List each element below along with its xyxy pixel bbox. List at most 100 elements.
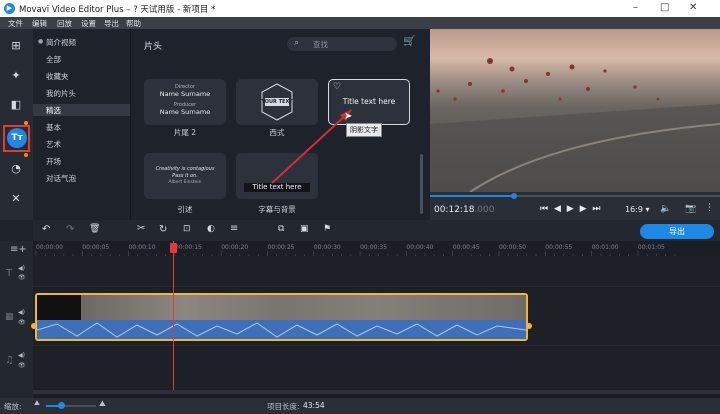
playhead-line [173, 241, 174, 392]
menu-settings[interactable]: 设置 [81, 18, 96, 29]
ruler-tick-label: 00:00:55 [545, 244, 572, 251]
timeline-scrollbar[interactable] [33, 390, 720, 394]
ruler-tick-label: 00:00:00 [36, 244, 63, 251]
visibility-icon[interactable]: 👁 [18, 319, 26, 326]
timeline-toolbar: ↶ ↷ 🗑 ✂ ↻ ⊡ ◐ ≡ ⧉ ▣ ⚑ 导出 [33, 220, 720, 241]
cart-icon[interactable]: 🛒 [403, 36, 415, 47]
zoom-label: 缩放: [4, 402, 22, 411]
go-to-end-icon[interactable]: ⏭ [592, 204, 600, 214]
ruler-tick-label: 00:00:05 [82, 244, 109, 251]
video-preview[interactable] [430, 29, 720, 192]
color-adjust-icon[interactable]: ◐ [207, 224, 215, 234]
minimize-button[interactable]: – [633, 2, 638, 13]
step-forward-icon[interactable]: ▶ [580, 204, 587, 214]
tool-sidebar: ⊞ ✦ ◧ Tт ◔ ✕ [0, 29, 33, 220]
category-item[interactable]: 基本 [46, 122, 61, 133]
category-item[interactable]: 艺术 [46, 139, 61, 150]
playhead-handle[interactable] [170, 243, 177, 253]
audio-track[interactable] [33, 347, 720, 389]
category-item[interactable]: 简介视频 [46, 37, 76, 48]
menu-file[interactable]: 文件 [8, 18, 23, 29]
menu-bar: 文件 编辑 回放 设置 导出 帮助 [0, 17, 720, 29]
go-to-start-icon[interactable]: ⏮ [540, 204, 548, 214]
title-bar: ▶ Movavi Video Editor Plus – ? 天试用版 - 新项… [0, 0, 720, 17]
menu-playback[interactable]: 回放 [57, 18, 72, 29]
import-icon[interactable]: ⊞ [6, 36, 26, 56]
marker-flag-icon[interactable]: ⚑ [323, 224, 331, 234]
category-item[interactable]: 对话气泡 [46, 173, 76, 184]
category-item[interactable]: 收藏夹 [46, 71, 69, 82]
status-bar: 缩放: ⛰ ⛰ 项目长度: 43:54 [0, 398, 720, 414]
delete-icon[interactable]: 🗑 [89, 224, 100, 234]
menu-edit[interactable]: 编辑 [32, 18, 47, 29]
gallery-scrollbar[interactable] [420, 154, 423, 214]
search-input[interactable]: ⌕ 查找 [287, 37, 397, 51]
cut-icon[interactable]: ✂ [137, 223, 145, 234]
more-options-icon[interactable]: ⋮ [705, 203, 714, 213]
rotate-icon[interactable]: ↻ [159, 224, 167, 235]
timeline-ruler[interactable]: 00:00:00 00:00:05 00:00:10 00:00:15 00:00:20… [33, 241, 720, 257]
mute-icon[interactable]: ◀) [18, 309, 25, 316]
tile-text: Albert Einstein [168, 180, 202, 185]
category-list: ● 简介视频 全部 收藏夹 我的片头 精选 基本 艺术 开场 对话气泡 [33, 29, 130, 220]
zoom-in-icon[interactable]: ⛰ [99, 399, 106, 409]
category-item[interactable]: 开场 [46, 156, 61, 167]
mute-icon[interactable]: ◀) [18, 265, 25, 272]
close-button[interactable]: ✕ [689, 2, 697, 13]
export-button[interactable]: 导出 [640, 224, 714, 239]
category-item-selected[interactable]: 精选 [46, 105, 61, 116]
notification-dot [24, 153, 28, 157]
visibility-icon[interactable]: 👁 [18, 362, 26, 369]
menu-help[interactable]: 帮助 [126, 18, 141, 29]
ruler-tick-label: 00:01:00 [592, 244, 619, 251]
favorite-heart-icon[interactable]: ♡ [333, 82, 341, 92]
project-length-label: 项目长度: [267, 402, 300, 411]
mute-icon[interactable]: ◀) [18, 352, 25, 359]
title-tile[interactable]: Director Name Surname Producer Name Surn… [144, 79, 226, 125]
menu-export[interactable]: 导出 [104, 18, 119, 29]
text-track-icon: T [6, 268, 13, 279]
visibility-icon[interactable]: 👁 [18, 274, 26, 281]
ruler-tick-label: 00:00:15 [175, 244, 202, 251]
undo-icon[interactable]: ↶ [42, 224, 50, 235]
title-tile[interactable]: Creativity is contagious Pass it on. Alb… [144, 153, 226, 199]
zoom-out-icon[interactable]: ⛰ [34, 399, 40, 408]
mouse-cursor-icon: ➤ [344, 111, 353, 122]
titles-icon[interactable]: Tт [7, 128, 27, 148]
magic-wand-icon[interactable]: ✦ [6, 66, 26, 86]
snapshot-icon[interactable]: 📷 [685, 204, 696, 214]
play-icon[interactable]: ▶ [567, 204, 574, 214]
clip-trim-handle-right[interactable] [526, 323, 532, 329]
clip-waveform [37, 320, 526, 339]
maximize-button[interactable]: □ [660, 2, 669, 13]
search-icon: ⌕ [294, 38, 300, 48]
crop-icon[interactable]: ⊡ [183, 224, 191, 234]
music-track-icon: ♫ [5, 355, 14, 366]
add-track-icon[interactable]: ≡+ [10, 244, 27, 255]
volume-icon[interactable]: 🔈 [660, 204, 671, 214]
transport-buttons: ⏮ ◀ ▶ ▶ ⏭ [540, 204, 600, 214]
overlay-icon[interactable]: ⧉ [278, 224, 284, 234]
filters-icon[interactable]: ◧ [6, 95, 26, 115]
ruler-tick-label: 00:00:35 [360, 244, 387, 251]
video-clip[interactable] [35, 293, 528, 341]
ruler-tick-label: 00:00:50 [499, 244, 526, 251]
category-item[interactable]: 全部 [46, 54, 61, 65]
category-item[interactable]: 我的片头 [46, 88, 76, 99]
zoom-slider-handle[interactable] [58, 402, 65, 409]
redo-icon[interactable]: ↷ [66, 224, 74, 235]
text-track[interactable] [33, 256, 720, 287]
ruler-tick-label: 00:00:10 [129, 244, 156, 251]
step-back-icon[interactable]: ◀ [554, 204, 561, 214]
transitions-icon[interactable]: ◔ [6, 159, 26, 179]
ruler-ticks: 00:00:00 00:00:05 00:00:10 00:00:15 00:00:20… [35, 244, 676, 257]
aspect-ratio-select[interactable]: 16:9 ▾ [625, 205, 650, 214]
media-bin-icon[interactable]: ▣ [300, 224, 309, 234]
seek-handle[interactable] [511, 193, 518, 199]
app-logo-icon: ▶ [4, 3, 15, 14]
category-bullet: ● [38, 38, 44, 45]
clip-trim-handle-left[interactable] [31, 323, 37, 329]
tile-label: 片尾 2 [173, 128, 197, 137]
more-tools-icon[interactable]: ✕ [6, 189, 26, 209]
clip-properties-icon[interactable]: ≡ [230, 223, 238, 234]
